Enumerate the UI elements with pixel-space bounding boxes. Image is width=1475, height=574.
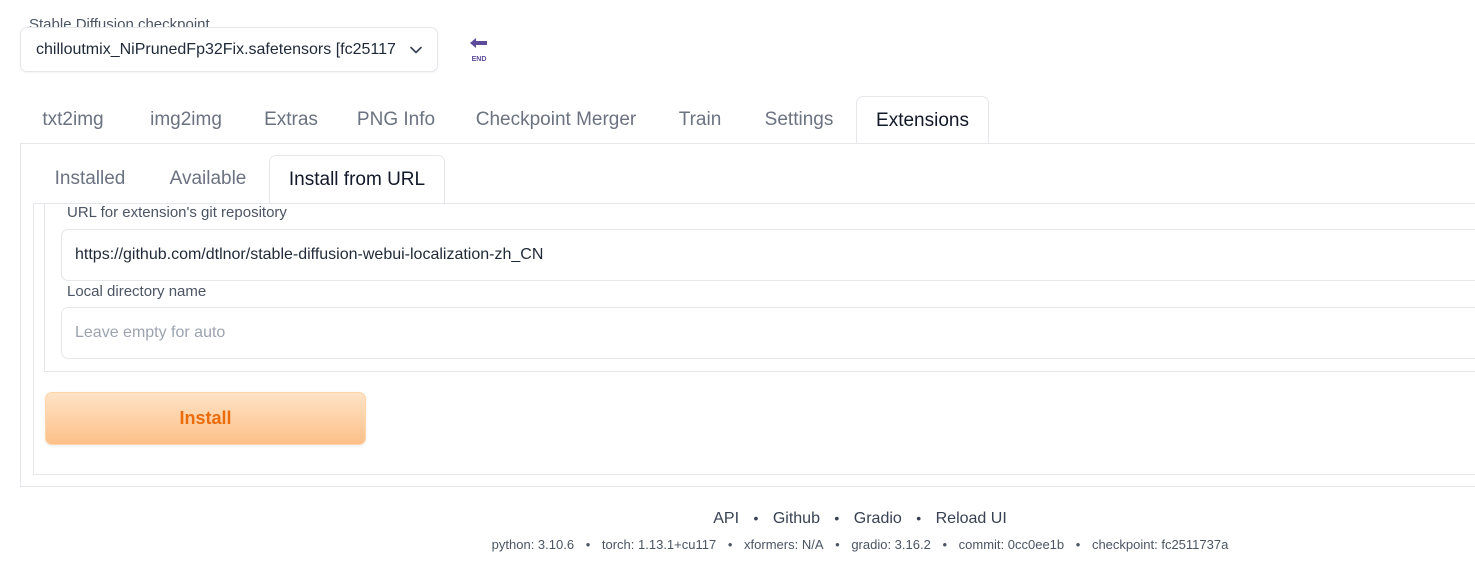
tab-img2img[interactable]: img2img [132,96,240,143]
version-gradio: gradio: 3.16.2 [851,537,931,552]
footer-versions: python: 3.10.6 • torch: 1.13.1+cu117 • x… [0,537,1475,552]
footer-separator: • [753,510,759,526]
footer-link-gradio[interactable]: Gradio [854,510,902,527]
directory-name-input[interactable] [61,307,1475,359]
extensions-subtabs: Installed Available Install from URL [21,144,1475,205]
subtab-install-from-url[interactable]: Install from URL [269,155,445,205]
main-tabs: txt2img img2img Extras PNG Info Checkpoi… [20,96,1475,145]
checkpoint-dropdown[interactable]: chilloutmix_NiPrunedFp32Fix.safetensors … [20,27,438,72]
install-button[interactable]: Install [45,392,366,445]
version-python: python: 3.10.6 [491,537,575,552]
tab-png-info[interactable]: PNG Info [342,96,450,143]
tab-checkpoint-merger[interactable]: Checkpoint Merger [456,96,656,143]
footer-link-reload-ui[interactable]: Reload UI [936,510,1007,527]
footer-link-api[interactable]: API [713,510,739,527]
footer-separator: • [835,537,840,552]
footer-separator: • [1075,537,1081,552]
version-commit: commit: 0cc0ee1b [958,537,1065,552]
version-torch: torch: 1.13.1+cu117 [601,537,717,552]
subtab-installed[interactable]: Installed [35,155,145,203]
tab-settings[interactable]: Settings [744,96,854,143]
tab-extras[interactable]: Extras [246,96,336,143]
url-input[interactable] [61,229,1475,281]
subtab-available[interactable]: Available [151,155,265,203]
directory-field-label: Local directory name [63,283,211,300]
install-form: URL for extension's git repository Local… [44,204,1475,372]
chevron-down-icon [409,43,423,62]
version-checkpoint: checkpoint: fc2511737a [1091,537,1229,552]
footer-separator: • [916,510,922,526]
tab-train[interactable]: Train [662,96,738,143]
install-from-url-panel: URL for extension's git repository Local… [33,203,1475,475]
footer-separator: • [585,537,591,552]
footer-separator: • [942,537,948,552]
checkpoint-value: chilloutmix_NiPrunedFp32Fix.safetensors … [36,41,396,58]
url-field-label: URL for extension's git repository [63,204,291,221]
refresh-checkpoints-button[interactable]: END [455,30,503,74]
refresh-icon-text: END [472,56,487,63]
tab-txt2img[interactable]: txt2img [20,96,126,143]
footer-separator: • [834,510,840,526]
tab-extensions[interactable]: Extensions [856,96,989,145]
extensions-panel: Installed Available Install from URL URL… [20,143,1475,487]
version-xformers: xformers: N/A [744,537,824,552]
footer-link-github[interactable]: Github [773,510,820,527]
footer-links: API • Github • Gradio • Reload UI [0,510,1475,528]
footer-separator: • [727,537,733,552]
refresh-icon: END [467,37,491,68]
